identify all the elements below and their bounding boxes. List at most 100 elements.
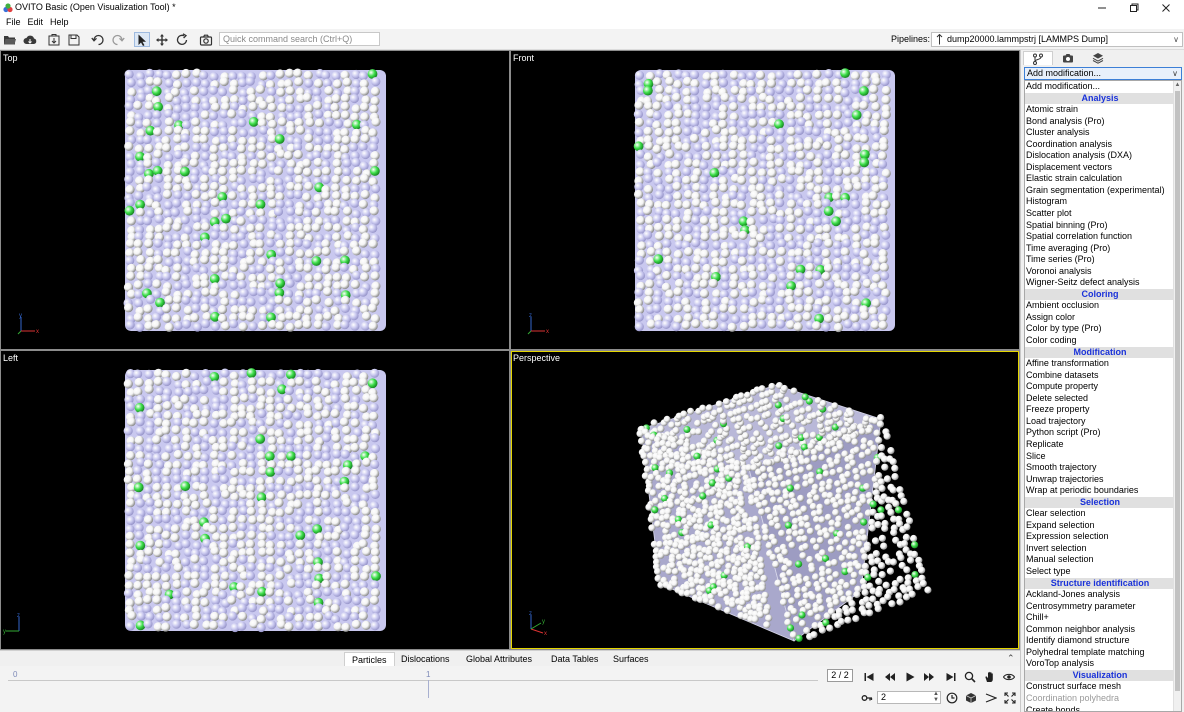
tab-data-tables[interactable]: Data Tables bbox=[544, 652, 605, 666]
select-mode-icon[interactable] bbox=[134, 32, 150, 47]
modifier-item-vorotop-analysis[interactable]: VoroTop analysis bbox=[1025, 658, 1174, 670]
modifier-item-ambient-occlusion[interactable]: Ambient occlusion bbox=[1025, 300, 1174, 312]
chevron-up-icon[interactable]: ⌃ bbox=[1007, 653, 1015, 664]
modifier-item-coordination-polyhedra[interactable]: Coordination polyhedra bbox=[1025, 693, 1174, 705]
modifier-item-voronoi-analysis[interactable]: Voronoi analysis bbox=[1025, 266, 1174, 278]
scroll-up-icon[interactable]: ▲ bbox=[1174, 81, 1181, 89]
modifier-item-assign-color[interactable]: Assign color bbox=[1025, 312, 1174, 324]
modifier-item-invert-selection[interactable]: Invert selection bbox=[1025, 543, 1174, 555]
modifier-item-clear-selection[interactable]: Clear selection bbox=[1025, 508, 1174, 520]
zoom-extents-icon[interactable] bbox=[1003, 691, 1017, 705]
modifier-list-scrollbar[interactable]: ▲ bbox=[1173, 81, 1181, 711]
undo-icon[interactable] bbox=[90, 32, 106, 47]
modifier-item-create-bonds[interactable]: Create bonds bbox=[1025, 705, 1174, 711]
modifier-item-unwrap-trajectories[interactable]: Unwrap trajectories bbox=[1025, 474, 1174, 486]
viewport-left[interactable]: Left z y bbox=[1, 351, 509, 649]
modifier-item-manual-selection[interactable]: Manual selection bbox=[1025, 554, 1174, 566]
export-icon[interactable] bbox=[46, 32, 62, 47]
modifier-list[interactable]: Add modification... Analysis Atomic strain… bbox=[1024, 80, 1182, 712]
step-forward-icon[interactable] bbox=[922, 670, 936, 684]
step-back-icon[interactable] bbox=[883, 670, 897, 684]
modifier-item-spatial-correlation-function[interactable]: Spatial correlation function bbox=[1025, 231, 1174, 243]
modifier-item-time-averaging-pro[interactable]: Time averaging (Pro) bbox=[1025, 243, 1174, 255]
timeline-current-frame-marker[interactable] bbox=[428, 680, 429, 698]
modifier-item-load-trajectory[interactable]: Load trajectory bbox=[1025, 416, 1174, 428]
tab-dislocations[interactable]: Dislocations bbox=[394, 652, 457, 666]
modifier-item-centrosymmetry-parameter[interactable]: Centrosymmetry parameter bbox=[1025, 601, 1174, 613]
modifier-item-expand-selection[interactable]: Expand selection bbox=[1025, 520, 1174, 532]
modifier-item-grain-segmentation-experimental[interactable]: Grain segmentation (experimental) bbox=[1025, 185, 1174, 197]
jump-end-icon[interactable] bbox=[944, 670, 958, 684]
modifier-item-wrap-at-periodic-boundaries[interactable]: Wrap at periodic boundaries bbox=[1025, 485, 1174, 497]
modifier-item-coordination-analysis[interactable]: Coordination analysis bbox=[1025, 139, 1174, 151]
modifier-item-atomic-strain[interactable]: Atomic strain bbox=[1025, 104, 1174, 116]
modifier-item-displacement-vectors[interactable]: Displacement vectors bbox=[1025, 162, 1174, 174]
modifier-item-bond-analysis-pro[interactable]: Bond analysis (Pro) bbox=[1025, 116, 1174, 128]
viewport-perspective[interactable]: Perspective z x y bbox=[511, 351, 1019, 649]
modifier-item-scatter-plot[interactable]: Scatter plot bbox=[1025, 208, 1174, 220]
pipeline-selector[interactable]: dump20000.lammpstrj [LAMMPS Dump] ∨ bbox=[931, 32, 1183, 47]
view-cube-icon[interactable] bbox=[964, 691, 978, 705]
modifier-item-identify-diamond-structure[interactable]: Identify diamond structure bbox=[1025, 635, 1174, 647]
tab-surfaces[interactable]: Surfaces bbox=[606, 652, 656, 666]
key-icon[interactable] bbox=[860, 691, 874, 705]
modifier-item-slice[interactable]: Slice bbox=[1025, 451, 1174, 463]
modifier-item-time-series-pro[interactable]: Time series (Pro) bbox=[1025, 254, 1174, 266]
modifier-item-delete-selected[interactable]: Delete selected bbox=[1025, 393, 1174, 405]
modifier-item-add-modification[interactable]: Add modification... bbox=[1025, 81, 1174, 93]
add-modification-dropdown[interactable]: Add modification... ∨ bbox=[1024, 67, 1182, 80]
viewport-caption[interactable]: Left bbox=[3, 353, 18, 363]
viewport-top[interactable]: Top y x bbox=[1, 51, 509, 349]
modifier-item-chill[interactable]: Chill+ bbox=[1025, 612, 1174, 624]
minimize-button[interactable] bbox=[1086, 0, 1118, 16]
pan-mode-icon[interactable] bbox=[154, 32, 170, 47]
fov-icon[interactable] bbox=[984, 691, 998, 705]
modifier-item-combine-datasets[interactable]: Combine datasets bbox=[1025, 370, 1174, 382]
modifier-item-color-by-type-pro[interactable]: Color by type (Pro) bbox=[1025, 323, 1174, 335]
animation-timeline[interactable]: 0 1 bbox=[0, 666, 822, 712]
command-search-input[interactable] bbox=[219, 32, 380, 46]
tab-global-attributes[interactable]: Global Attributes bbox=[459, 652, 539, 666]
modifier-item-color-coding[interactable]: Color coding bbox=[1025, 335, 1174, 347]
menu-help[interactable]: Help bbox=[47, 16, 72, 29]
zoom-icon[interactable] bbox=[963, 670, 977, 684]
modifier-item-compute-property[interactable]: Compute property bbox=[1025, 381, 1174, 393]
modifier-item-construct-surface-mesh[interactable]: Construct surface mesh bbox=[1025, 681, 1174, 693]
modifier-item-polyhedral-template-matching[interactable]: Polyhedral template matching bbox=[1025, 647, 1174, 659]
modifier-item-wigner-seitz-defect-analysis[interactable]: Wigner-Seitz defect analysis bbox=[1025, 277, 1174, 289]
modifier-item-expression-selection[interactable]: Expression selection bbox=[1025, 531, 1174, 543]
tab-particles[interactable]: Particles bbox=[344, 652, 395, 666]
timeline-track[interactable] bbox=[8, 680, 818, 681]
jump-start-icon[interactable] bbox=[862, 670, 876, 684]
modifier-item-smooth-trajectory[interactable]: Smooth trajectory bbox=[1025, 462, 1174, 474]
modifier-item-freeze-property[interactable]: Freeze property bbox=[1025, 404, 1174, 416]
modifier-item-dislocation-analysis-dxa[interactable]: Dislocation analysis (DXA) bbox=[1025, 150, 1174, 162]
modifier-item-histogram[interactable]: Histogram bbox=[1025, 196, 1174, 208]
pan-hand-icon[interactable] bbox=[983, 670, 997, 684]
orbit-mode-icon[interactable] bbox=[174, 32, 190, 47]
modifier-item-replicate[interactable]: Replicate bbox=[1025, 439, 1174, 451]
modifier-item-affine-transformation[interactable]: Affine transformation bbox=[1025, 358, 1174, 370]
viewport-caption[interactable]: Top bbox=[3, 53, 18, 63]
save-session-icon[interactable] bbox=[66, 32, 82, 47]
spinner-arrows-icon[interactable]: ▲ ▼ bbox=[933, 691, 939, 703]
modifier-item-cluster-analysis[interactable]: Cluster analysis bbox=[1025, 127, 1174, 139]
modifier-item-select-type[interactable]: Select type bbox=[1025, 566, 1174, 578]
viewport-front[interactable]: Front z x bbox=[511, 51, 1019, 349]
viewport-caption[interactable]: Perspective bbox=[513, 353, 560, 363]
load-remote-icon[interactable] bbox=[22, 32, 38, 47]
tab-overlays[interactable] bbox=[1083, 51, 1113, 65]
maximize-button[interactable] bbox=[1118, 0, 1150, 16]
modifier-item-spatial-binning-pro[interactable]: Spatial binning (Pro) bbox=[1025, 220, 1174, 232]
menu-edit[interactable]: Edit bbox=[25, 16, 47, 29]
visibility-eye-icon[interactable] bbox=[1002, 670, 1016, 684]
play-icon[interactable] bbox=[903, 670, 917, 684]
menu-file[interactable]: File bbox=[3, 16, 24, 29]
render-icon[interactable] bbox=[198, 32, 214, 47]
tab-pipeline[interactable] bbox=[1023, 51, 1053, 65]
animation-settings-clock-icon[interactable] bbox=[945, 691, 959, 705]
viewport-caption[interactable]: Front bbox=[513, 53, 534, 63]
modifier-item-ackland-jones-analysis[interactable]: Ackland-Jones analysis bbox=[1025, 589, 1174, 601]
open-file-icon[interactable] bbox=[2, 32, 18, 47]
modifier-item-elastic-strain-calculation[interactable]: Elastic strain calculation bbox=[1025, 173, 1174, 185]
